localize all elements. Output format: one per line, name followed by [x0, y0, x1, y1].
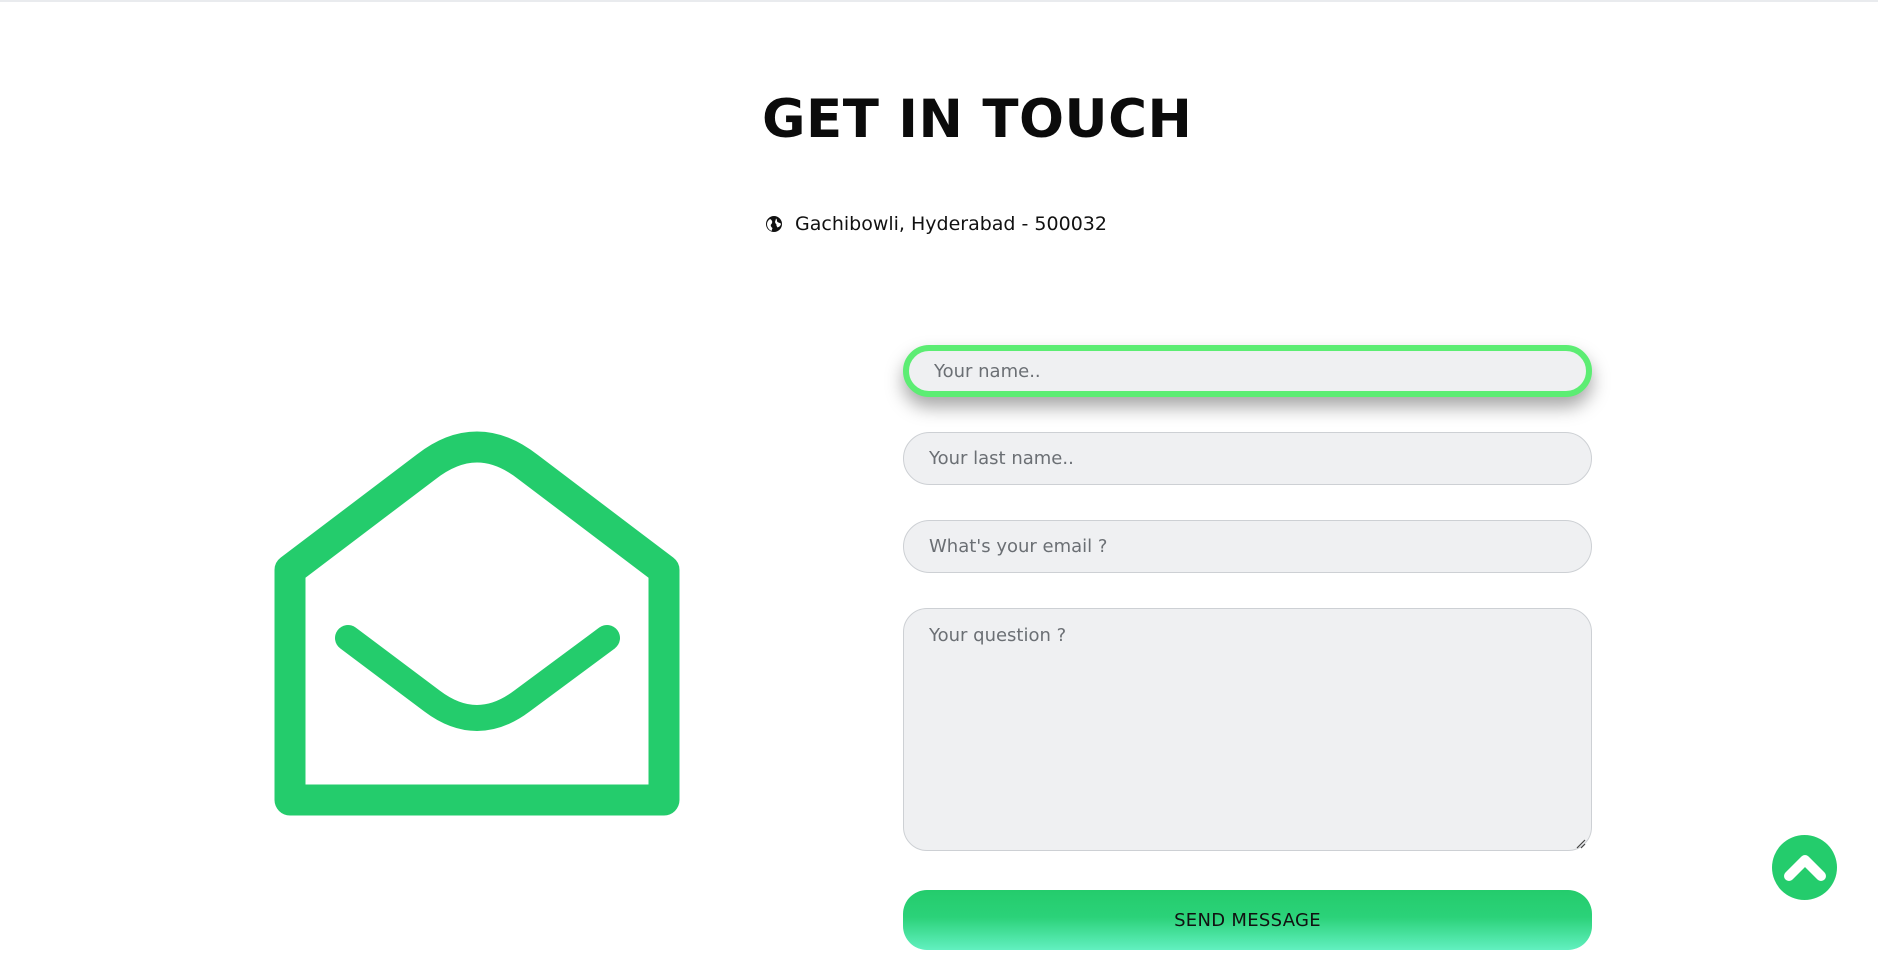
first-name-input[interactable] — [903, 345, 1592, 397]
question-textarea[interactable] — [903, 608, 1592, 851]
chevron-up-icon — [1783, 850, 1827, 886]
page-title: GET IN TOUCH — [762, 89, 1193, 150]
resize-grip-icon[interactable] — [1576, 834, 1586, 849]
envelope-open-icon — [262, 405, 692, 832]
globe-icon — [765, 215, 783, 233]
send-message-button[interactable]: SEND MESSAGE — [903, 890, 1592, 950]
email-input[interactable] — [903, 520, 1592, 573]
scroll-to-top-button[interactable] — [1772, 835, 1837, 900]
address-line: Gachibowli, Hyderabad - 500032 — [765, 211, 1107, 237]
top-divider — [0, 0, 1878, 2]
address-text: Gachibowli, Hyderabad - 500032 — [795, 213, 1107, 235]
last-name-input[interactable] — [903, 432, 1592, 485]
